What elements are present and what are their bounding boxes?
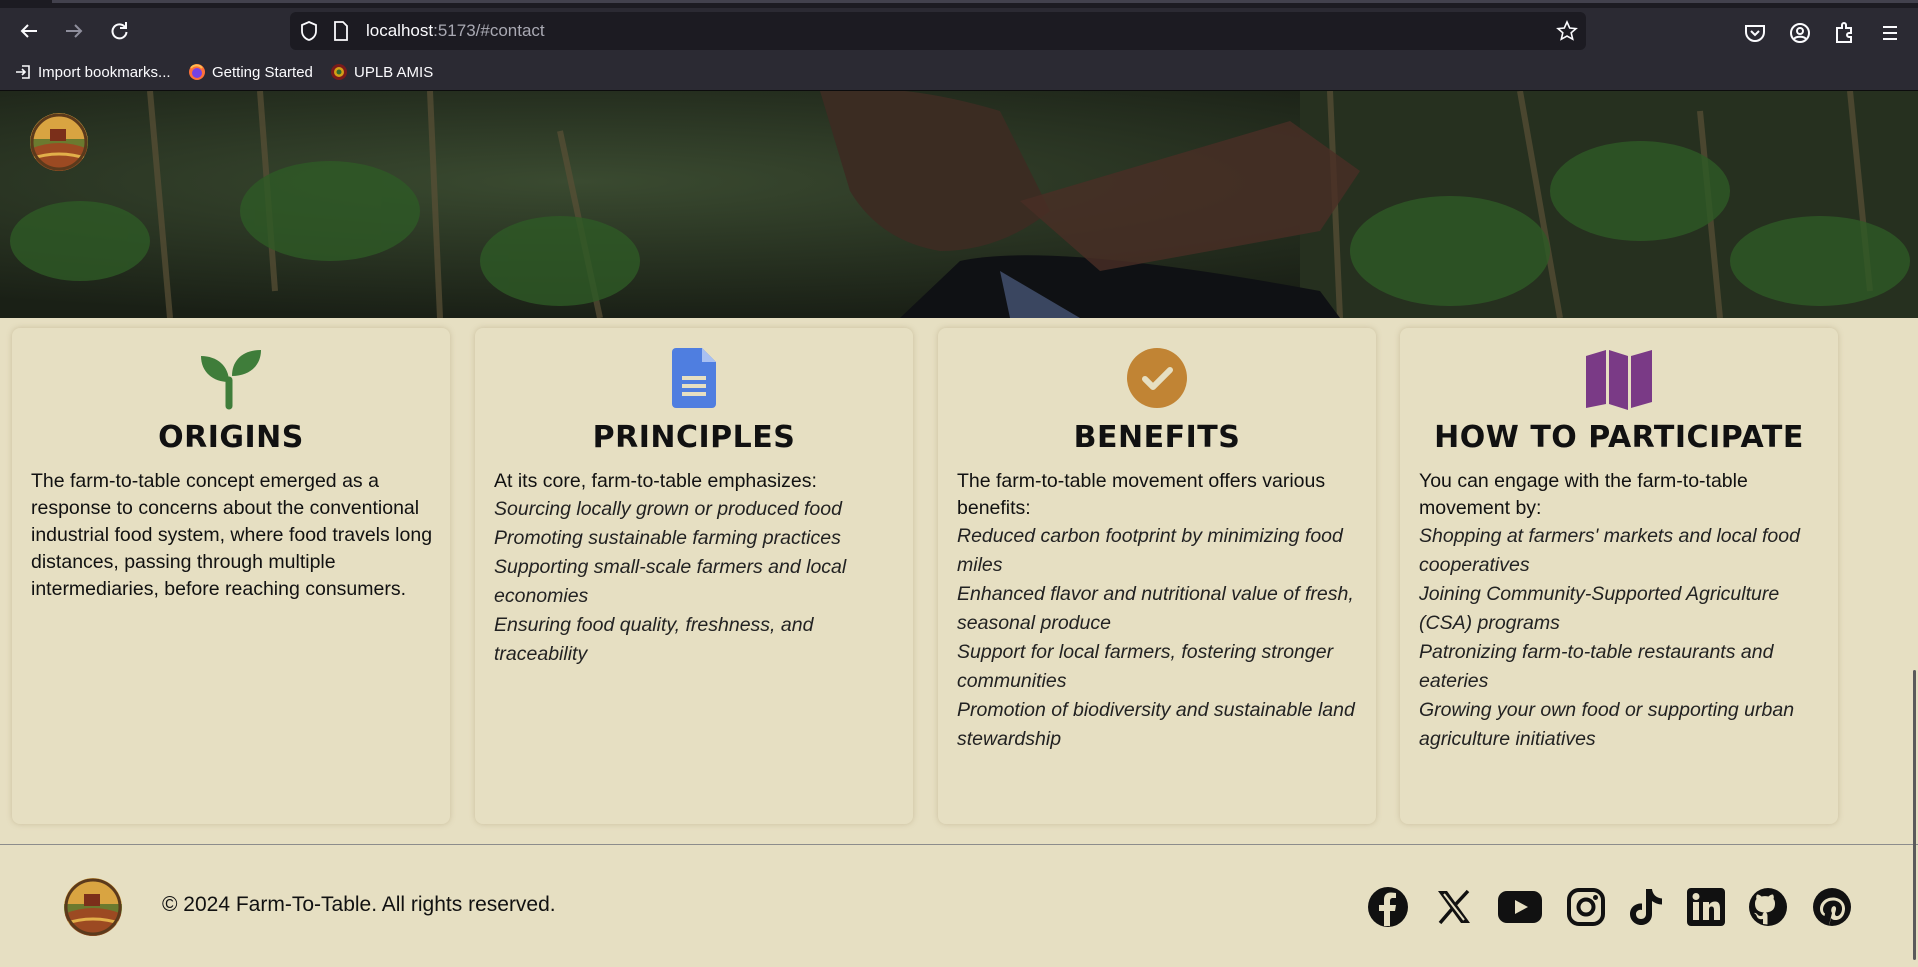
menu-icon[interactable] bbox=[1875, 18, 1905, 48]
farm-logo-icon bbox=[64, 878, 122, 936]
card-how-to-participate: HOW TO PARTICIPATE You can engage with t… bbox=[1400, 328, 1838, 824]
document-icon bbox=[672, 348, 716, 408]
card-benefits: BENEFITS The farm-to-table movement offe… bbox=[938, 328, 1376, 824]
footer-logo[interactable] bbox=[64, 878, 122, 936]
pocket-icon[interactable] bbox=[1740, 18, 1770, 48]
youtube-link[interactable] bbox=[1498, 885, 1542, 929]
page-scrollbar[interactable] bbox=[1913, 670, 1916, 960]
linkedin-link[interactable] bbox=[1684, 885, 1728, 929]
list-item: Patronizing farm-to-table restaurants an… bbox=[1419, 641, 1774, 692]
site-footer: © 2024 Farm-To-Table. All rights reserve… bbox=[0, 845, 1918, 967]
page-icon[interactable] bbox=[330, 20, 352, 42]
bookmark-label: Getting Started bbox=[212, 63, 313, 81]
list-item: Promoting sustainable farming practices bbox=[494, 527, 841, 549]
back-arrow-icon bbox=[20, 24, 37, 38]
url-path: :5173/#contact bbox=[433, 21, 545, 40]
card-intro: The farm-to-table concept emerged as a r… bbox=[31, 470, 433, 600]
card-icon-wrap bbox=[475, 346, 913, 410]
list-item: Ensuring food quality, freshness, and tr… bbox=[494, 614, 814, 665]
card-icon-wrap bbox=[12, 346, 450, 410]
bookmark-import[interactable]: Import bookmarks... bbox=[14, 54, 171, 90]
forward-button[interactable] bbox=[57, 14, 91, 48]
import-icon bbox=[16, 65, 30, 79]
list-item: Supporting small-scale farmers and local… bbox=[494, 556, 847, 607]
list-item: Support for local farmers, fostering str… bbox=[957, 641, 1334, 692]
youtube-icon bbox=[1498, 891, 1542, 923]
card-title: ORIGINS bbox=[158, 420, 304, 455]
instagram-link[interactable] bbox=[1564, 885, 1608, 929]
bookmark-label: Import bookmarks... bbox=[38, 63, 171, 81]
farm-logo-icon bbox=[30, 113, 88, 171]
reload-icon bbox=[111, 22, 128, 40]
list-item: Enhanced flavor and nutritional value of… bbox=[957, 583, 1354, 634]
facebook-link[interactable] bbox=[1366, 885, 1410, 929]
tiktok-link[interactable] bbox=[1624, 885, 1668, 929]
map-icon bbox=[1586, 350, 1652, 410]
facebook-icon bbox=[1368, 887, 1408, 927]
list-item: Sourcing locally grown or produced food bbox=[494, 498, 842, 520]
sprout-icon bbox=[201, 350, 261, 410]
url-text[interactable]: localhost:5173/#contact bbox=[366, 12, 545, 50]
card-body: The farm-to-table movement offers variou… bbox=[957, 468, 1362, 754]
x-icon bbox=[1438, 889, 1470, 925]
hero-banner bbox=[0, 91, 1918, 318]
bookmark-uplb-amis[interactable]: UPLB AMIS bbox=[330, 54, 433, 90]
shield-icon[interactable] bbox=[298, 20, 320, 42]
uplb-seal-icon bbox=[331, 64, 347, 80]
address-bar[interactable]: localhost:5173/#contact bbox=[290, 12, 1586, 50]
x-link[interactable] bbox=[1432, 885, 1476, 929]
reload-button[interactable] bbox=[102, 14, 136, 48]
list-item: Growing your own food or supporting urba… bbox=[1419, 699, 1795, 750]
card-principles: PRINCIPLES At its core, farm-to-table em… bbox=[475, 328, 913, 824]
bookmark-star-icon[interactable] bbox=[1556, 20, 1578, 42]
list-item: Reduced carbon footprint by minimizing f… bbox=[957, 525, 1343, 576]
tab-strip-line bbox=[52, 0, 1918, 3]
instagram-icon bbox=[1567, 888, 1605, 926]
card-title: PRINCIPLES bbox=[592, 420, 796, 455]
pinterest-icon bbox=[1813, 888, 1851, 926]
bookmarks-toolbar: Import bookmarks... Getting Started UPLB… bbox=[0, 54, 1918, 91]
browser-toolbar: localhost:5173/#contact bbox=[0, 8, 1918, 54]
list-item: Joining Community-Supported Agriculture … bbox=[1419, 583, 1780, 634]
bookmark-getting-started[interactable]: Getting Started bbox=[188, 54, 313, 90]
card-body: You can engage with the farm-to-table mo… bbox=[1419, 468, 1824, 754]
browser-tab-strip bbox=[0, 0, 1918, 8]
card-icon-wrap bbox=[1400, 346, 1838, 410]
extensions-icon[interactable] bbox=[1829, 18, 1859, 48]
github-link[interactable] bbox=[1746, 885, 1790, 929]
linkedin-icon bbox=[1687, 888, 1725, 926]
card-intro: The farm-to-table movement offers variou… bbox=[957, 470, 1326, 519]
card-icon-wrap bbox=[938, 346, 1376, 410]
card-intro: You can engage with the farm-to-table mo… bbox=[1419, 470, 1748, 519]
hero-farmer-image bbox=[0, 91, 1918, 318]
card-title: BENEFITS bbox=[1073, 420, 1241, 455]
back-button[interactable] bbox=[12, 14, 46, 48]
forward-arrow-icon bbox=[66, 24, 83, 38]
account-icon[interactable] bbox=[1785, 18, 1815, 48]
card-title: HOW TO PARTICIPATE bbox=[1434, 420, 1804, 455]
firefox-icon bbox=[189, 64, 205, 80]
site-logo[interactable] bbox=[30, 113, 88, 171]
card-body: At its core, farm-to-table emphasizes: S… bbox=[494, 468, 899, 669]
card-intro: At its core, farm-to-table emphasizes: bbox=[494, 470, 817, 492]
info-cards-section: ORIGINS The farm-to-table concept emerge… bbox=[0, 318, 1918, 844]
card-origins: ORIGINS The farm-to-table concept emerge… bbox=[12, 328, 450, 824]
list-item: Promotion of biodiversity and sustainabl… bbox=[957, 699, 1355, 750]
bookmark-label: UPLB AMIS bbox=[354, 63, 434, 81]
pinterest-link[interactable] bbox=[1810, 885, 1854, 929]
github-icon bbox=[1749, 888, 1787, 926]
tiktok-icon bbox=[1630, 889, 1662, 925]
card-body: The farm-to-table concept emerged as a r… bbox=[31, 468, 436, 603]
list-item: Shopping at farmers' markets and local f… bbox=[1419, 525, 1800, 576]
copyright-text: © 2024 Farm-To-Table. All rights reserve… bbox=[162, 893, 556, 916]
check-circle-icon bbox=[1127, 348, 1187, 408]
url-host: localhost bbox=[366, 21, 434, 40]
